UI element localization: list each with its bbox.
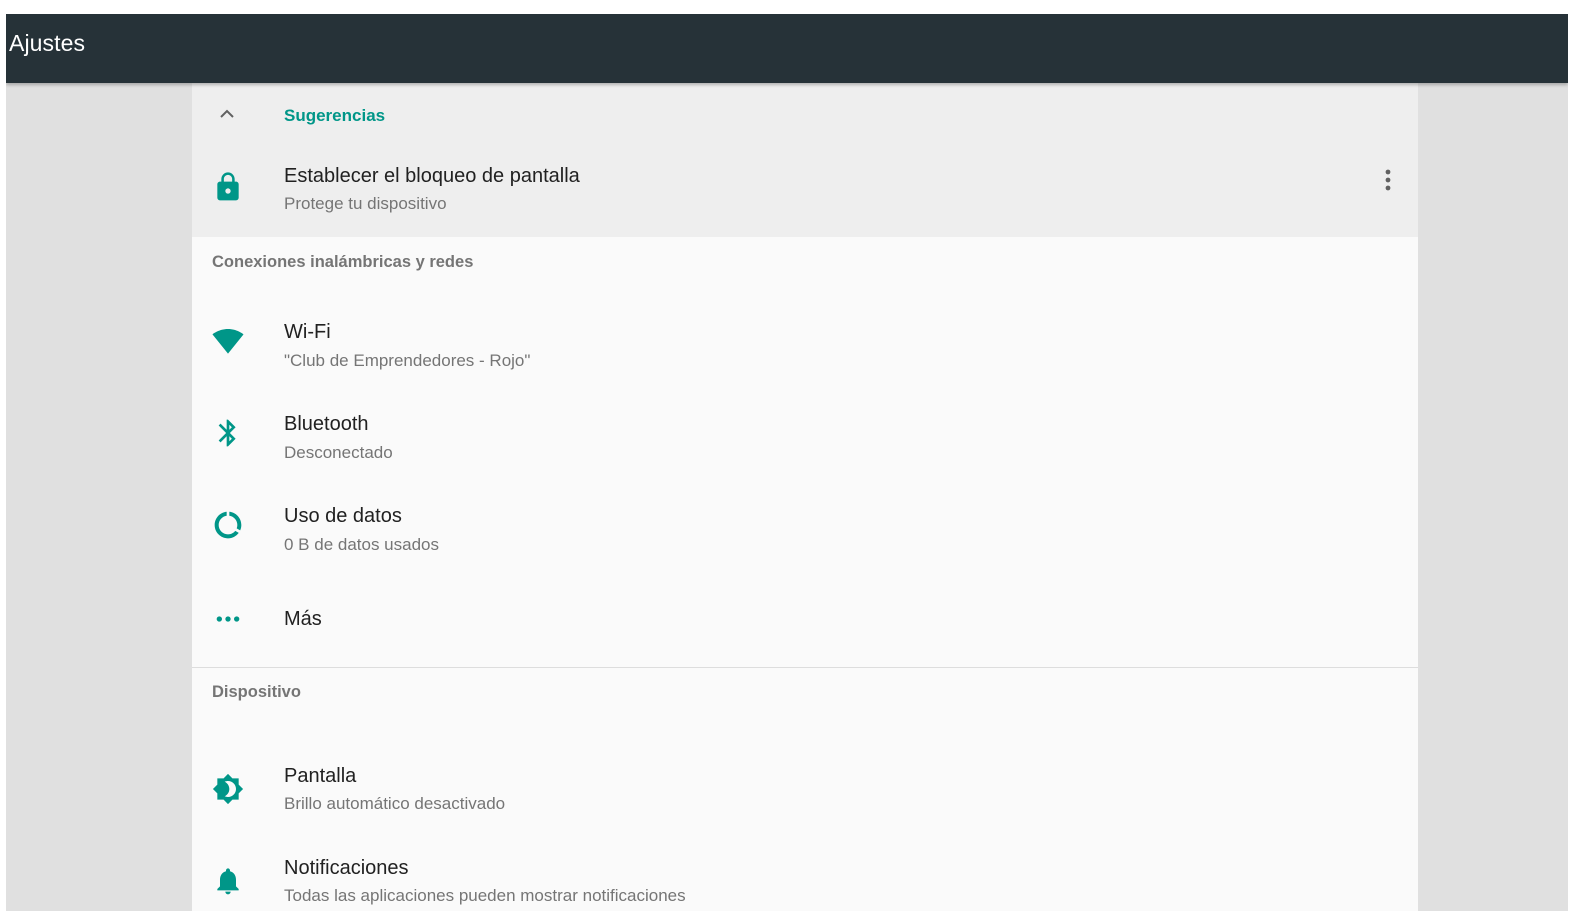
bluetooth-icon	[212, 417, 244, 449]
more-horiz-icon	[212, 603, 244, 635]
lock-icon	[212, 171, 244, 203]
data-usage-icon	[212, 509, 244, 541]
settings-item-wifi[interactable]: Wi-Fi "Club de Emprendedores - Rojo"	[192, 293, 1418, 385]
app-title: Ajustes	[9, 30, 86, 56]
section-divider	[192, 667, 1418, 668]
settings-screen: Ajustes Sugerencias Establecer el bloque…	[6, 14, 1568, 911]
suggestion-title: Establecer el bloqueo de pantalla	[284, 165, 580, 187]
settings-item-summary: "Club de Emprendedores - Rojo"	[284, 351, 531, 370]
settings-item-summary: 0 B de datos usados	[284, 535, 440, 554]
suggestions-section: Sugerencias Establecer el bloqueo de pan…	[192, 83, 1418, 237]
settings-item-bluetooth[interactable]: Bluetooth Desconectado	[192, 385, 1418, 477]
settings-item-notifications[interactable]: Notificaciones Todas las aplicaciones pu…	[192, 815, 1418, 907]
settings-item-title: Notificaciones	[284, 857, 409, 879]
settings-list[interactable]: Sugerencias Establecer el bloqueo de pan…	[192, 83, 1418, 911]
settings-item-data-usage[interactable]: Uso de datos 0 B de datos usados	[192, 477, 1418, 569]
wifi-icon	[212, 325, 244, 357]
settings-item-title: Wi-Fi	[284, 321, 331, 343]
suggestions-title: Sugerencias	[284, 106, 386, 125]
suggestions-header[interactable]: Sugerencias	[192, 83, 1418, 139]
category-wireless-networks: Conexiones inalámbricas y redes	[212, 253, 474, 271]
settings-item-title: Uso de datos	[284, 505, 402, 527]
brightness-icon	[212, 773, 244, 805]
settings-item-more[interactable]: Más	[192, 569, 1418, 667]
bell-icon	[212, 865, 244, 897]
chevron-up-icon[interactable]	[218, 107, 236, 119]
category-device: Dispositivo	[212, 683, 301, 701]
more-vert-icon[interactable]	[1376, 165, 1400, 197]
settings-item-title: Bluetooth	[284, 413, 369, 435]
suggestion-summary: Protege tu dispositivo	[284, 194, 447, 213]
settings-item-title: Más	[284, 608, 322, 630]
settings-item-summary: Desconectado	[284, 443, 393, 462]
settings-item-summary: Todas las aplicaciones pueden mostrar no…	[284, 886, 686, 905]
app-bar: Ajustes	[6, 14, 1568, 83]
suggestion-screen-lock[interactable]: Establecer el bloqueo de pantalla Proteg…	[192, 139, 1418, 231]
settings-item-summary: Brillo automático desactivado	[284, 794, 506, 813]
settings-item-display[interactable]: Pantalla Brillo automático desactivado	[192, 723, 1418, 815]
settings-item-title: Pantalla	[284, 765, 357, 787]
